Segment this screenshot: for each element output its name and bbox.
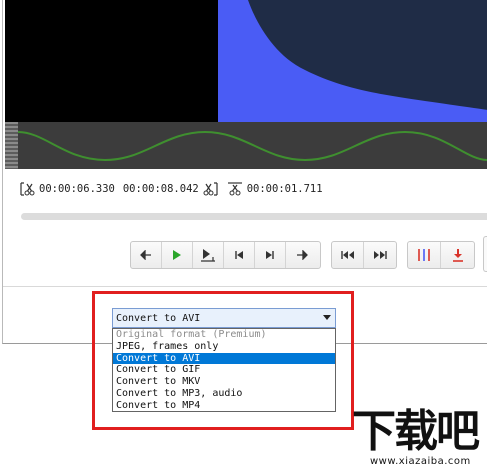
format-option-jpeg[interactable]: JPEG, frames only — [113, 341, 335, 353]
format-option-mp4[interactable]: Convert to MP4 — [113, 400, 335, 412]
watermark-mark: 下载吧 — [352, 406, 480, 457]
video-preview[interactable] — [5, 0, 487, 122]
duration-scissors-icon — [227, 182, 242, 196]
format-option-original: Original format (Premium) — [116, 329, 267, 340]
play-button[interactable] — [162, 242, 193, 268]
format-option-mkv[interactable]: Convert to MKV — [113, 376, 335, 388]
play-to-mark-icon — [201, 249, 215, 262]
end-time[interactable]: 00:00:08.042 — [123, 183, 199, 195]
more-controls-edge[interactable] — [483, 236, 487, 272]
arrow-right-icon — [296, 250, 308, 260]
download-icon — [452, 249, 463, 262]
next-frame-button[interactable] — [255, 242, 286, 268]
prev-frame-button[interactable] — [224, 242, 255, 268]
skip-forward-icon — [266, 251, 274, 259]
watermark-logo: 下载吧 www.xiazaiba.com — [352, 408, 487, 469]
rewind-to-start-icon — [340, 251, 354, 259]
jump-end-button[interactable] — [364, 242, 396, 268]
divider — [3, 286, 487, 287]
waveform-line — [17, 130, 487, 162]
marker-controls — [407, 241, 475, 269]
jump-controls — [331, 241, 397, 269]
step-back-button[interactable] — [131, 242, 162, 268]
save-button[interactable] — [441, 242, 474, 268]
duration-time: 00:00:01.711 — [246, 183, 323, 195]
cut-markers-icon — [418, 249, 430, 261]
cut-end-icon[interactable] — [203, 181, 219, 197]
video-frame-graphic — [5, 0, 487, 122]
output-format-dropdown-list: Original format (Premium) JPEG, frames o… — [112, 328, 336, 412]
playback-progress-bar[interactable] — [21, 213, 487, 220]
start-time[interactable]: 00:00:06.330 — [39, 183, 115, 195]
selection-time-row: 00:00:06.330 00:00:08.042 00:00:01.711 — [19, 180, 479, 198]
step-forward-button[interactable] — [286, 242, 317, 268]
arrow-left-icon — [140, 250, 151, 260]
format-option-mp3[interactable]: Convert to MP3, audio — [113, 388, 335, 400]
chevron-down-icon[interactable] — [323, 315, 331, 320]
skip-back-icon — [235, 251, 243, 259]
transport-controls — [130, 241, 321, 269]
format-option-gif[interactable]: Convert to GIF — [113, 364, 335, 376]
play-selection-button[interactable] — [193, 242, 224, 268]
watermark-url: www.xiazaiba.com — [370, 456, 471, 467]
output-format-selected-value: Convert to AVI — [116, 312, 201, 324]
jump-start-button[interactable] — [332, 242, 365, 268]
output-format-select[interactable]: Convert to AVI — [112, 308, 336, 328]
format-option-avi[interactable]: Convert to AVI — [113, 352, 335, 365]
play-icon — [173, 250, 181, 260]
cut-start-icon[interactable] — [19, 181, 35, 197]
cut-markers-button[interactable] — [408, 242, 442, 268]
audio-waveform[interactable] — [5, 122, 487, 169]
forward-to-end-icon — [374, 251, 387, 259]
